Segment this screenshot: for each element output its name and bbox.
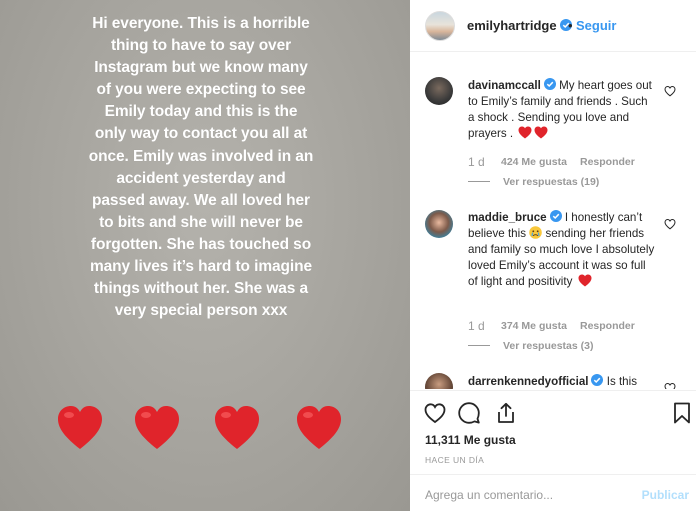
comment-text: Is this (606, 375, 637, 388)
like-comment-heart-icon[interactable] (664, 382, 676, 389)
comment-input[interactable]: Agrega un comentario... (425, 488, 553, 502)
commenter-username[interactable]: davinamccall (468, 79, 541, 92)
commenter-username[interactable]: maddie_bruce (468, 211, 547, 224)
save-bookmark-icon[interactable] (670, 401, 694, 425)
view-replies-button[interactable]: Ver respuestas (3) (468, 340, 593, 352)
comment-meta: 1 d 374 Me gusta Responder (468, 319, 668, 333)
commenter-username[interactable]: darrenkennedyofficial (468, 375, 588, 388)
comment-time[interactable]: 1 d (468, 319, 485, 333)
view-replies-label[interactable]: Ver respuestas (3) (503, 340, 593, 352)
author-avatar[interactable] (425, 11, 455, 41)
post-sidebar: emilyhartridge • Seguir davinamccall My … (410, 0, 696, 511)
verified-badge-icon (591, 374, 604, 386)
red-heart-icon (295, 405, 343, 451)
comment-meta: 1 d 424 Me gusta Responder (468, 155, 668, 169)
red-heart-icon (213, 405, 261, 451)
red-heart-emoji-icon (534, 126, 548, 139)
comment-likes[interactable]: 374 Me gusta (501, 320, 567, 332)
view-replies-label[interactable]: Ver respuestas (19) (503, 176, 599, 188)
replies-divider (468, 181, 490, 182)
like-comment-heart-icon[interactable] (664, 85, 676, 97)
publish-button[interactable]: Publicar (642, 488, 689, 502)
commenter-avatar[interactable] (425, 373, 453, 389)
comment-time[interactable]: 1 d (468, 155, 485, 169)
header-separator: • (568, 18, 573, 33)
comment-body: maddie_bruce I honestly can’t believe th… (468, 210, 656, 290)
author-username[interactable]: emilyhartridge (467, 18, 572, 33)
comments-list: davinamccall My heart goes out to Emily’… (410, 53, 696, 389)
comment-likes[interactable]: 424 Me gusta (501, 156, 567, 168)
comment-body: davinamccall My heart goes out to Emily’… (468, 78, 656, 142)
verified-badge-icon (549, 210, 562, 222)
comment-bubble-icon[interactable] (457, 401, 481, 425)
comment-body: darrenkennedyofficial Is this (468, 374, 668, 389)
post-timestamp[interactable]: HACE UN DÍA (425, 455, 484, 465)
verified-badge-icon (543, 78, 556, 90)
commenter-avatar[interactable] (425, 210, 453, 238)
post-actions: 11,311 Me gusta HACE UN DÍA Agrega un co… (410, 390, 696, 511)
add-comment-bar: Agrega un comentario... Publicar (410, 474, 696, 511)
likes-count[interactable]: 11,311 Me gusta (425, 433, 516, 447)
hearts-row (0, 405, 410, 457)
red-heart-emoji-icon (518, 126, 532, 139)
reply-button[interactable]: Responder (580, 156, 635, 168)
author-username-text[interactable]: emilyhartridge (467, 18, 557, 33)
red-heart-icon (56, 405, 104, 451)
story-text: Hi everyone. This is a horrible thing to… (88, 15, 314, 320)
red-heart-emoji-icon (578, 274, 592, 287)
commenter-avatar[interactable] (425, 77, 453, 105)
post-header: emilyhartridge • Seguir (410, 0, 696, 52)
follow-button[interactable]: Seguir (576, 18, 616, 33)
post-image[interactable]: Hi everyone. This is a horrible thing to… (0, 0, 410, 511)
like-comment-heart-icon[interactable] (664, 218, 676, 230)
like-heart-icon[interactable] (423, 401, 447, 425)
view-replies-button[interactable]: Ver respuestas (19) (468, 176, 599, 188)
replies-divider (468, 345, 490, 346)
share-icon[interactable] (494, 401, 518, 425)
red-heart-icon (133, 405, 181, 451)
reply-button[interactable]: Responder (580, 320, 635, 332)
crying-face-emoji-icon (529, 226, 543, 239)
